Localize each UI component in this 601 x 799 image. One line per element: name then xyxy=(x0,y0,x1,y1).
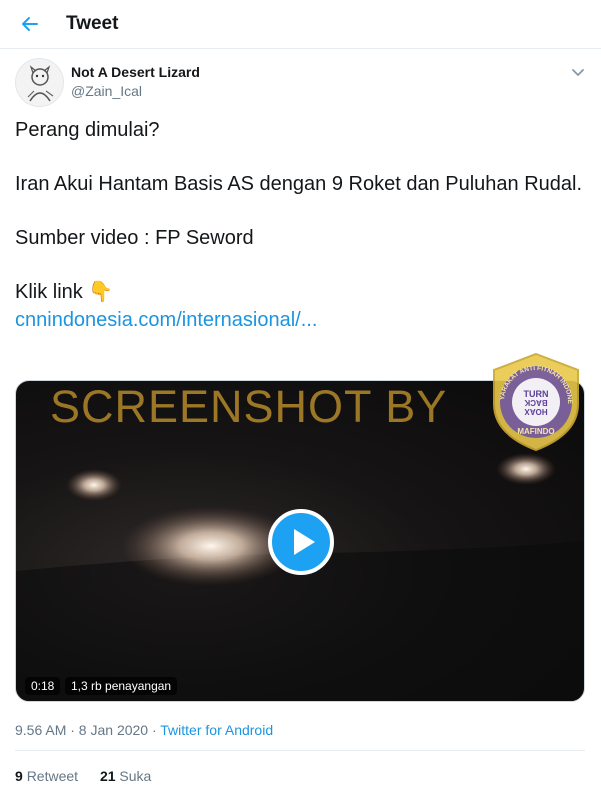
tweet-text: Perang dimulai? Iran Akui Hantam Basis A… xyxy=(15,116,585,334)
chevron-down-icon[interactable] xyxy=(568,62,588,82)
badge-text: TURN xyxy=(524,389,549,399)
retweet-count[interactable]: 9 Retweet xyxy=(15,768,78,784)
badge-text: HOAX xyxy=(524,407,548,416)
like-count[interactable]: 21 Suka xyxy=(100,768,151,784)
badge-text: BACK xyxy=(524,398,547,407)
arrow-left-icon[interactable] xyxy=(15,9,45,39)
like-label: Suka xyxy=(119,768,152,784)
watermark-text: SCREENSHOT BY xyxy=(50,381,448,432)
page-title: Tweet xyxy=(66,13,119,34)
play-icon[interactable] xyxy=(268,509,334,575)
tweet-meta: 9.56 AM · 8 Jan 2020 · Twitter for Andro… xyxy=(15,722,273,738)
retweet-label: Retweet xyxy=(26,768,79,784)
like-count-value: 21 xyxy=(99,768,116,784)
video-views: 1,3 rb penayangan xyxy=(65,677,178,695)
top-bar: Tweet xyxy=(0,0,601,49)
video-duration: 0:18 xyxy=(25,677,61,695)
author-handle[interactable]: @Zain_Ical xyxy=(71,83,142,99)
tweet-stats: 9 Retweet 21 Suka xyxy=(15,768,169,784)
author-name[interactable]: Not A Desert Lizard xyxy=(71,64,200,80)
badge-bottom-text: MAFINDO xyxy=(517,427,554,436)
tweet-source[interactable]: Twitter for Android xyxy=(160,722,273,738)
tweet-timestamp[interactable]: 9.56 AM · 8 Jan 2020 · xyxy=(15,722,160,738)
avatar[interactable] xyxy=(15,58,64,107)
article-link[interactable]: cnnindonesia.com/internasional/... xyxy=(15,309,317,331)
avatar-sketch xyxy=(27,65,54,102)
tweet-line: Sumber video : FP Seword xyxy=(15,227,254,249)
tweet-line: Perang dimulai? xyxy=(15,119,160,141)
tweet-line: Iran Akui Hantam Basis AS dengan 9 Roket… xyxy=(15,173,583,195)
retweet-count-value: 9 xyxy=(15,768,23,784)
divider xyxy=(15,750,585,751)
pointing-down-emoji: 👇 xyxy=(88,281,114,303)
tweet-line-text: Klik link xyxy=(15,281,83,303)
tweet-line: Klik link 👇 xyxy=(15,278,585,306)
turnbackhoax-badge: MASYARAKAT ANTI FITNAH INDONESIA TURN BA… xyxy=(486,352,579,452)
